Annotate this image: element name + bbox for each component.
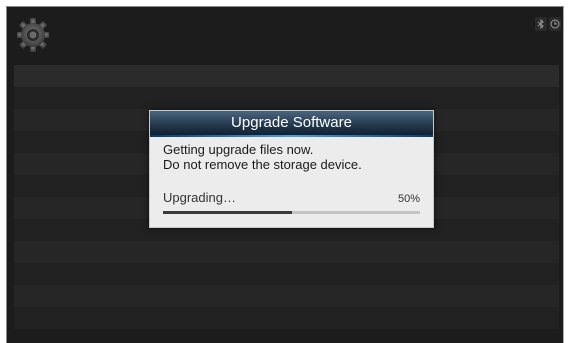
menu-row: [14, 263, 559, 285]
progress-bar: [163, 211, 420, 214]
progress-row: Upgrading… 50%: [163, 190, 420, 205]
progress-label: Upgrading…: [163, 190, 236, 205]
status-icons: [535, 17, 561, 31]
menu-row: [14, 307, 559, 329]
menu-header-bar: [14, 65, 559, 87]
dialog-title: Upgrade Software: [150, 111, 433, 137]
menu-row: [14, 241, 559, 263]
dialog-message-line2: Do not remove the storage device.: [163, 157, 362, 172]
menu-row: [14, 285, 559, 307]
dialog-body: Getting upgrade files now. Do not remove…: [150, 136, 433, 214]
bluetooth-icon: [535, 17, 547, 31]
progress-percent: 50%: [397, 193, 420, 205]
gear-icon: [16, 15, 50, 53]
clock-icon: [549, 17, 561, 31]
dialog-message-line1: Getting upgrade files now.: [163, 142, 314, 157]
menu-row: [14, 87, 559, 109]
progress-bar-fill: [163, 211, 292, 214]
upgrade-dialog: Upgrade Software Getting upgrade files n…: [149, 110, 434, 228]
